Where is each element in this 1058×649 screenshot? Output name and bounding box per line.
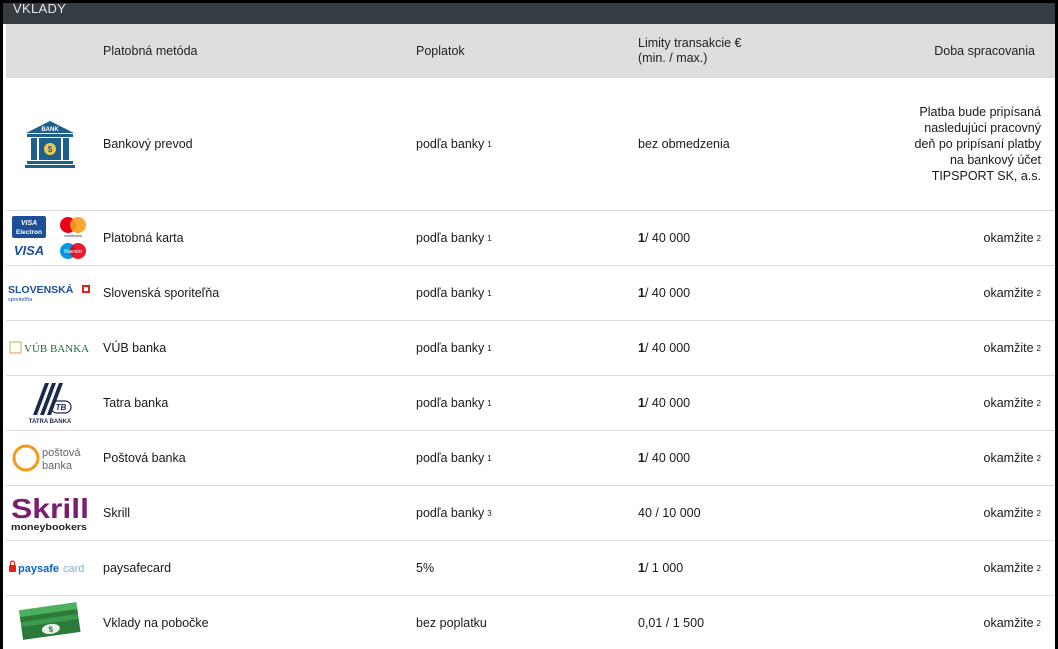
fee-value: podľa banky 1 xyxy=(416,137,492,151)
method-name: paysafecard xyxy=(103,561,172,575)
method-name: Vklady na pobočke xyxy=(103,616,209,630)
svg-text:banka: banka xyxy=(42,460,73,472)
processing-time: okamžite 2 xyxy=(983,561,1041,575)
svg-text:poštová: poštová xyxy=(42,447,81,459)
bank-logo-text: BANK xyxy=(41,127,59,133)
fee-value: podľa banky 1 xyxy=(416,286,492,300)
svg-text:moneybookers: moneybookers xyxy=(11,522,87,532)
section-title: VKLADY xyxy=(3,3,1055,24)
svg-text:VISA: VISA xyxy=(21,220,37,227)
svg-text:sporiteľňa: sporiteľňa xyxy=(8,297,33,303)
column-header-processing: Doba spracovania xyxy=(934,44,1035,58)
svg-text:Maestro: Maestro xyxy=(64,249,82,255)
svg-text:VISA: VISA xyxy=(14,243,44,258)
table-row[interactable]: BANK $ Bankový prevod podľa banky 1 bez o… xyxy=(6,78,1055,211)
fee-value: podľa banky 1 xyxy=(416,451,492,465)
cash-money-icon: $ xyxy=(6,596,94,649)
svg-text:SLOVENSKÁ: SLOVENSKÁ xyxy=(8,283,74,296)
processing-time: okamžite 2 xyxy=(983,616,1041,630)
table-header: Platobná metóda Poplatok Limity transakc… xyxy=(6,24,1055,78)
svg-text:TB: TB xyxy=(56,403,67,412)
svg-text:$: $ xyxy=(48,145,53,154)
table-row[interactable]: poštová banka Poštová banka podľa banky 1… xyxy=(6,431,1055,486)
card-brands-logo: VISA Electron mastercard VISA Maestro xyxy=(6,211,94,265)
vub-banka-logo: VÚB BANKA xyxy=(6,321,94,375)
processing-time: okamžite 2 xyxy=(983,231,1041,245)
fee-value: podľa banky 1 xyxy=(416,231,492,245)
method-name: Bankový prevod xyxy=(103,137,193,151)
processing-time: okamžite 2 xyxy=(983,341,1041,355)
method-name: VÚB banka xyxy=(103,341,167,355)
fee-value: podľa banky 3 xyxy=(416,506,492,520)
method-name: Skrill xyxy=(103,506,131,520)
method-name: Poštová banka xyxy=(103,451,186,465)
column-header-method: Platobná metóda xyxy=(103,44,198,58)
table-row[interactable]: VISA Electron mastercard VISA Maestro Pl… xyxy=(6,211,1055,266)
processing-time: Platba bude pripísaná nasledujúci pracov… xyxy=(914,105,1041,183)
method-name: Platobná karta xyxy=(103,231,184,245)
table-row[interactable]: $ Vklady na pobočke bez poplatku 0,01 / … xyxy=(6,596,1055,649)
svg-text:VÚB BANKA: VÚB BANKA xyxy=(24,343,89,355)
svg-text:Electron: Electron xyxy=(16,229,42,236)
skrill-logo: Skrill moneybookers xyxy=(6,486,94,540)
table-row[interactable]: SLOVENSKÁ sporiteľňa Slovenská sporiteľň… xyxy=(6,266,1055,321)
deposit-methods-table: Platobná metóda Poplatok Limity transakc… xyxy=(6,24,1055,649)
fee-value: podľa banky 1 xyxy=(416,341,492,355)
processing-time: okamžite 2 xyxy=(983,506,1041,520)
svg-text:mastercard: mastercard xyxy=(64,234,82,238)
column-header-fee: Poplatok xyxy=(416,44,465,58)
table-row[interactable]: TB TATRA BANKA Tatra banka podľa banky 1 … xyxy=(6,376,1055,431)
paysafecard-logo: paysafe card xyxy=(6,541,94,595)
fee-value: 5% xyxy=(416,561,435,575)
deposits-panel: VKLADY Platobná metóda Poplatok Limity t… xyxy=(3,3,1055,649)
svg-text:paysafe: paysafe xyxy=(18,563,59,575)
processing-time: okamžite 2 xyxy=(983,286,1041,300)
svg-text:TATRA BANKA: TATRA BANKA xyxy=(29,419,72,425)
table-row[interactable]: Skrill moneybookers Skrill podľa banky 3 … xyxy=(6,486,1055,541)
svg-text:card: card xyxy=(63,563,84,575)
bank-building-icon: BANK $ xyxy=(6,78,94,210)
table-row[interactable]: VÚB BANKA VÚB banka podľa banky 1 1 / 40 … xyxy=(6,321,1055,376)
postova-banka-logo: poštová banka xyxy=(6,431,94,485)
slovenska-sporitelna-logo: SLOVENSKÁ sporiteľňa xyxy=(6,266,94,320)
processing-time: okamžite 2 xyxy=(983,451,1041,465)
fee-value: bez poplatku xyxy=(416,616,487,630)
fee-value: podľa banky 1 xyxy=(416,396,492,410)
table-row[interactable]: paysafe card paysafecard 5% 1 / 1 000 ok… xyxy=(6,541,1055,596)
processing-time: okamžite 2 xyxy=(983,396,1041,410)
svg-text:Skrill: Skrill xyxy=(11,493,89,524)
method-name: Tatra banka xyxy=(103,396,169,410)
method-name: Slovenská sporiteľňa xyxy=(103,286,220,300)
tatra-banka-logo: TB TATRA BANKA xyxy=(6,376,94,430)
